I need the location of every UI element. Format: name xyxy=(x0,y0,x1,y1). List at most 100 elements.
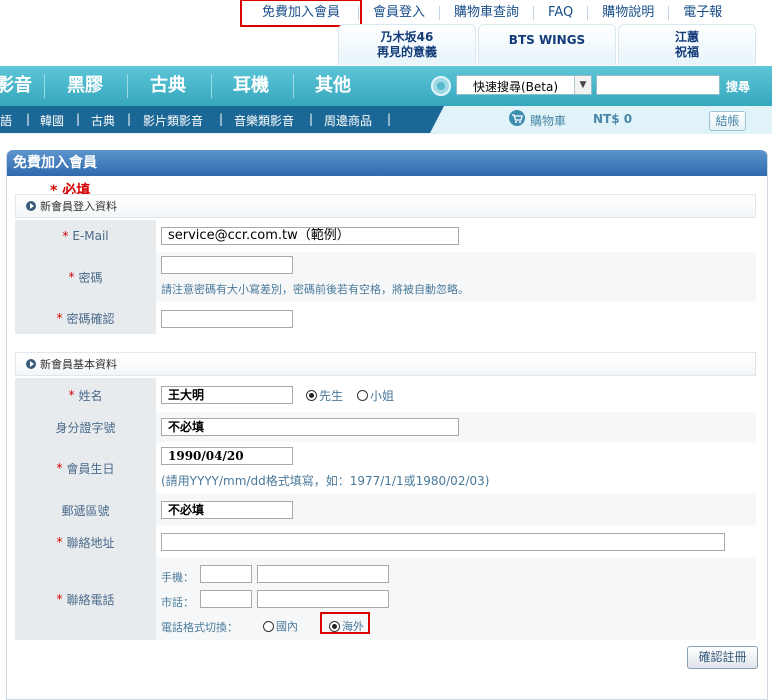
radio-icon xyxy=(357,390,368,401)
nav-cat-classical[interactable]: 古典 xyxy=(150,66,186,106)
radio-icon xyxy=(263,620,274,632)
password-field[interactable] xyxy=(161,256,293,274)
name-label: 姓名 xyxy=(78,388,103,403)
sub-nav-item-korea[interactable]: 韓國 xyxy=(40,112,64,129)
label-cell: * 聯絡電話 xyxy=(15,558,156,640)
promo-line1: BTS WINGS xyxy=(508,32,586,47)
gender-ms-label: 小姐 xyxy=(370,389,395,403)
email-field[interactable]: service@ccr.com.tw（範例） xyxy=(161,227,459,245)
address-field[interactable] xyxy=(161,533,725,551)
mobile-label: 手機： xyxy=(161,571,194,584)
birthday-label: 會員生日 xyxy=(66,461,115,476)
phone-label: 聯絡電話 xyxy=(66,592,115,607)
password-hint: 請注意密碼有大小寫差別，密碼前後若有空格，將被自動忽略。 xyxy=(161,283,469,296)
sub-nav-item-music[interactable]: 音樂類影音 xyxy=(234,112,294,129)
search-input[interactable] xyxy=(596,75,720,95)
search-type-select[interactable]: 快速搜尋(Beta) ▼ xyxy=(456,75,592,95)
confirm-label: 密碼確認 xyxy=(66,311,115,326)
id-number-field[interactable]: 不必填 xyxy=(161,418,459,436)
tel-area-field[interactable] xyxy=(200,590,252,608)
top-link-shopping-guide[interactable]: 購物說明 xyxy=(587,6,668,20)
sub-nav-divider: | xyxy=(219,112,224,126)
nav-cat-audio[interactable]: 影音 xyxy=(0,66,32,106)
shopping-cart-icon[interactable] xyxy=(508,110,526,126)
chevron-down-icon[interactable]: ▼ xyxy=(574,76,591,94)
sub-nav-divider: | xyxy=(309,112,314,126)
top-links: 免費加入會員 會員登入 購物車查詢 FAQ 購物說明 電子報 xyxy=(239,0,736,27)
label-cell: * E-Mail xyxy=(15,220,156,252)
sub-nav-item[interactable]: 語 xyxy=(0,112,12,129)
zip-label: 郵遞區號 xyxy=(61,503,110,518)
birthday-field[interactable]: 1990/04/20 xyxy=(161,447,293,465)
domestic-label: 國內 xyxy=(276,620,298,633)
mobile-number-field[interactable] xyxy=(257,565,389,583)
phone-format-label: 電話格式切換： xyxy=(161,621,238,634)
nav-cat-headphones[interactable]: 耳機 xyxy=(233,66,269,106)
top-link-login[interactable]: 會員登入 xyxy=(358,6,439,20)
cart-amount: NT$ 0 xyxy=(593,112,633,126)
gender-ms-radio[interactable]: 小姐 xyxy=(357,387,394,404)
row-zip: 郵遞區號 xyxy=(15,494,756,528)
sub-nav-item-merch[interactable]: 周邊商品 xyxy=(324,112,372,129)
password-confirm-field[interactable] xyxy=(161,310,293,328)
checkout-button[interactable]: 結帳 xyxy=(709,111,746,131)
address-label: 聯絡地址 xyxy=(66,535,115,550)
top-link-cart-query[interactable]: 購物車查詢 xyxy=(439,6,533,20)
label-cell: * 聯絡地址 xyxy=(15,526,156,558)
bullet-icon xyxy=(26,359,36,369)
sub-nav-item-classical[interactable]: 古典 xyxy=(91,112,115,129)
email-label: E-Mail xyxy=(72,229,109,243)
promo-tab-nogizaka[interactable]: 乃木坂46 再見的意義 xyxy=(338,24,476,65)
label-cell: * 密碼 xyxy=(15,252,156,302)
top-link-register[interactable]: 免費加入會員 xyxy=(239,0,363,27)
sub-nav-divider: | xyxy=(127,112,132,126)
top-link-faq[interactable]: FAQ xyxy=(533,6,587,20)
tel-label: 市話： xyxy=(161,596,194,609)
sub-nav-item-video[interactable]: 影片類影音 xyxy=(143,112,203,129)
gender-mr-label: 先生 xyxy=(319,389,344,403)
top-link-newsletter[interactable]: 電子報 xyxy=(668,6,736,20)
label-cell: * 姓名 xyxy=(15,378,156,412)
gender-mr-radio[interactable]: 先生 xyxy=(306,387,343,404)
sub-nav: 語 | 韓國 | 古典 | 影片類影音 | 音樂類影音 | 周邊商品 | xyxy=(0,106,772,134)
label-cell: * 密碼確認 xyxy=(15,302,156,334)
panel-title: 免費加入會員 xyxy=(13,155,97,171)
nav-divider xyxy=(211,74,212,98)
section-title: 新會員登入資料 xyxy=(40,200,117,213)
overseas-highlight xyxy=(320,612,370,634)
sub-nav-divider: | xyxy=(26,112,31,126)
mobile-prefix-field[interactable] xyxy=(200,565,252,583)
section-basic-info: 新會員基本資料 xyxy=(15,352,756,376)
nav-divider xyxy=(293,74,294,98)
radio-selected-icon xyxy=(306,390,317,401)
cart-label[interactable]: 購物車 xyxy=(530,112,566,129)
id-label: 身分證字號 xyxy=(55,420,116,435)
sub-nav-divider: | xyxy=(76,112,81,126)
birthday-hint: (請用YYYY/mm/dd格式填寫，如：1977/1/1或1980/02/03) xyxy=(161,474,490,488)
nav-cat-other[interactable]: 其他 xyxy=(315,66,351,106)
tel-number-field[interactable] xyxy=(257,590,389,608)
search-icon xyxy=(431,76,451,96)
promo-tab-bts[interactable]: BTS WINGS xyxy=(478,24,616,65)
sub-nav-divider: | xyxy=(387,112,392,126)
nav-divider xyxy=(127,74,128,98)
label-cell: * 會員生日 xyxy=(15,442,156,494)
password-label: 密碼 xyxy=(78,270,103,285)
promo-tab-jody[interactable]: 江蕙 祝福 xyxy=(618,24,756,65)
panel-header: 免費加入會員 xyxy=(7,150,767,176)
row-password-confirm: * 密碼確認 xyxy=(15,302,756,336)
nav-divider xyxy=(44,74,45,98)
zip-field[interactable]: 不必填 xyxy=(161,501,293,519)
nav-cat-vinyl[interactable]: 黑膠 xyxy=(67,66,103,106)
section-title: 新會員基本資料 xyxy=(40,358,117,371)
name-field[interactable]: 王大明 xyxy=(161,386,293,404)
bullet-icon xyxy=(26,201,36,211)
phone-domestic-radio[interactable]: 國內 xyxy=(263,618,298,634)
promo-line1: 乃木坂46 xyxy=(380,30,434,44)
confirm-register-button[interactable]: 確認註冊 xyxy=(687,646,758,669)
label-cell: 郵遞區號 xyxy=(15,494,156,526)
promo-line2: 再見的意義 xyxy=(376,45,437,59)
search-button[interactable]: 搜尋 xyxy=(726,78,750,95)
search-type-value: 快速搜尋(Beta) xyxy=(473,80,559,94)
promo-line1: 江蕙 xyxy=(674,30,699,44)
